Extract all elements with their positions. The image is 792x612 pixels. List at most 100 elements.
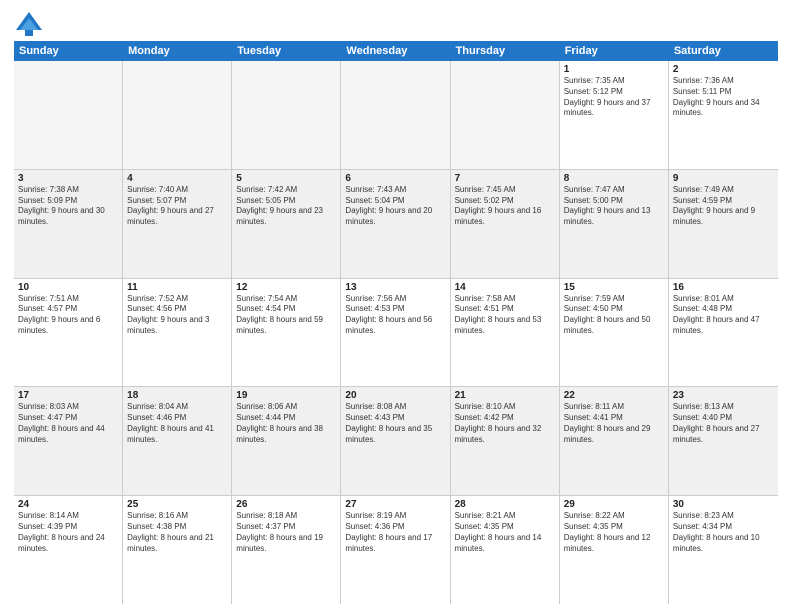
cell-info: Sunrise: 8:18 AMSunset: 4:37 PMDaylight:…	[236, 511, 336, 554]
day-number: 13	[345, 282, 445, 293]
calendar-cell: 19Sunrise: 8:06 AMSunset: 4:44 PMDayligh…	[232, 387, 341, 495]
day-number: 27	[345, 499, 445, 510]
calendar-cell: 26Sunrise: 8:18 AMSunset: 4:37 PMDayligh…	[232, 496, 341, 604]
cell-info: Sunrise: 8:03 AMSunset: 4:47 PMDaylight:…	[18, 402, 118, 445]
calendar-cell: 30Sunrise: 8:23 AMSunset: 4:34 PMDayligh…	[669, 496, 778, 604]
calendar-header-cell: Thursday	[451, 41, 560, 61]
calendar-cell: 20Sunrise: 8:08 AMSunset: 4:43 PMDayligh…	[341, 387, 450, 495]
calendar-cell: 15Sunrise: 7:59 AMSunset: 4:50 PMDayligh…	[560, 279, 669, 387]
calendar-cell	[341, 61, 450, 169]
cell-info: Sunrise: 7:56 AMSunset: 4:53 PMDaylight:…	[345, 294, 445, 337]
cell-info: Sunrise: 7:52 AMSunset: 4:56 PMDaylight:…	[127, 294, 227, 337]
day-number: 28	[455, 499, 555, 510]
calendar-header-cell: Sunday	[14, 41, 123, 61]
day-number: 4	[127, 173, 227, 184]
day-number: 7	[455, 173, 555, 184]
calendar-week-row: 1Sunrise: 7:35 AMSunset: 5:12 PMDaylight…	[14, 61, 778, 170]
cell-info: Sunrise: 7:51 AMSunset: 4:57 PMDaylight:…	[18, 294, 118, 337]
cell-info: Sunrise: 8:10 AMSunset: 4:42 PMDaylight:…	[455, 402, 555, 445]
calendar-cell	[14, 61, 123, 169]
calendar-week-row: 10Sunrise: 7:51 AMSunset: 4:57 PMDayligh…	[14, 279, 778, 388]
calendar-cell: 11Sunrise: 7:52 AMSunset: 4:56 PMDayligh…	[123, 279, 232, 387]
cell-info: Sunrise: 8:19 AMSunset: 4:36 PMDaylight:…	[345, 511, 445, 554]
logo-icon	[14, 10, 44, 38]
calendar-cell: 8Sunrise: 7:47 AMSunset: 5:00 PMDaylight…	[560, 170, 669, 278]
day-number: 21	[455, 390, 555, 401]
cell-info: Sunrise: 7:35 AMSunset: 5:12 PMDaylight:…	[564, 76, 664, 119]
calendar-cell: 5Sunrise: 7:42 AMSunset: 5:05 PMDaylight…	[232, 170, 341, 278]
calendar-week-row: 3Sunrise: 7:38 AMSunset: 5:09 PMDaylight…	[14, 170, 778, 279]
calendar-cell: 3Sunrise: 7:38 AMSunset: 5:09 PMDaylight…	[14, 170, 123, 278]
calendar-week-row: 17Sunrise: 8:03 AMSunset: 4:47 PMDayligh…	[14, 387, 778, 496]
day-number: 9	[673, 173, 774, 184]
day-number: 22	[564, 390, 664, 401]
calendar-header-cell: Saturday	[669, 41, 778, 61]
cell-info: Sunrise: 7:42 AMSunset: 5:05 PMDaylight:…	[236, 185, 336, 228]
logo	[14, 10, 48, 38]
day-number: 15	[564, 282, 664, 293]
cell-info: Sunrise: 7:58 AMSunset: 4:51 PMDaylight:…	[455, 294, 555, 337]
calendar-cell: 18Sunrise: 8:04 AMSunset: 4:46 PMDayligh…	[123, 387, 232, 495]
cell-info: Sunrise: 8:16 AMSunset: 4:38 PMDaylight:…	[127, 511, 227, 554]
day-number: 26	[236, 499, 336, 510]
calendar-cell: 28Sunrise: 8:21 AMSunset: 4:35 PMDayligh…	[451, 496, 560, 604]
day-number: 11	[127, 282, 227, 293]
calendar-cell: 22Sunrise: 8:11 AMSunset: 4:41 PMDayligh…	[560, 387, 669, 495]
calendar-week-row: 24Sunrise: 8:14 AMSunset: 4:39 PMDayligh…	[14, 496, 778, 604]
calendar-cell	[123, 61, 232, 169]
day-number: 25	[127, 499, 227, 510]
calendar-cell: 2Sunrise: 7:36 AMSunset: 5:11 PMDaylight…	[669, 61, 778, 169]
cell-info: Sunrise: 8:11 AMSunset: 4:41 PMDaylight:…	[564, 402, 664, 445]
calendar-cell: 7Sunrise: 7:45 AMSunset: 5:02 PMDaylight…	[451, 170, 560, 278]
calendar-cell	[232, 61, 341, 169]
day-number: 20	[345, 390, 445, 401]
calendar-cell: 14Sunrise: 7:58 AMSunset: 4:51 PMDayligh…	[451, 279, 560, 387]
page: SundayMondayTuesdayWednesdayThursdayFrid…	[0, 0, 792, 612]
day-number: 3	[18, 173, 118, 184]
cell-info: Sunrise: 8:14 AMSunset: 4:39 PMDaylight:…	[18, 511, 118, 554]
calendar-header-cell: Friday	[560, 41, 669, 61]
calendar-cell: 24Sunrise: 8:14 AMSunset: 4:39 PMDayligh…	[14, 496, 123, 604]
cell-info: Sunrise: 7:54 AMSunset: 4:54 PMDaylight:…	[236, 294, 336, 337]
cell-info: Sunrise: 7:36 AMSunset: 5:11 PMDaylight:…	[673, 76, 774, 119]
cell-info: Sunrise: 7:47 AMSunset: 5:00 PMDaylight:…	[564, 185, 664, 228]
calendar-cell: 12Sunrise: 7:54 AMSunset: 4:54 PMDayligh…	[232, 279, 341, 387]
day-number: 16	[673, 282, 774, 293]
day-number: 23	[673, 390, 774, 401]
calendar-cell: 1Sunrise: 7:35 AMSunset: 5:12 PMDaylight…	[560, 61, 669, 169]
calendar-cell: 13Sunrise: 7:56 AMSunset: 4:53 PMDayligh…	[341, 279, 450, 387]
day-number: 29	[564, 499, 664, 510]
cell-info: Sunrise: 8:08 AMSunset: 4:43 PMDaylight:…	[345, 402, 445, 445]
cell-info: Sunrise: 8:21 AMSunset: 4:35 PMDaylight:…	[455, 511, 555, 554]
cell-info: Sunrise: 7:43 AMSunset: 5:04 PMDaylight:…	[345, 185, 445, 228]
day-number: 1	[564, 64, 664, 75]
day-number: 24	[18, 499, 118, 510]
cell-info: Sunrise: 7:40 AMSunset: 5:07 PMDaylight:…	[127, 185, 227, 228]
day-number: 19	[236, 390, 336, 401]
calendar-header-cell: Tuesday	[232, 41, 341, 61]
calendar-cell: 17Sunrise: 8:03 AMSunset: 4:47 PMDayligh…	[14, 387, 123, 495]
cell-info: Sunrise: 8:04 AMSunset: 4:46 PMDaylight:…	[127, 402, 227, 445]
calendar-cell: 6Sunrise: 7:43 AMSunset: 5:04 PMDaylight…	[341, 170, 450, 278]
cell-info: Sunrise: 7:59 AMSunset: 4:50 PMDaylight:…	[564, 294, 664, 337]
day-number: 8	[564, 173, 664, 184]
calendar-cell: 27Sunrise: 8:19 AMSunset: 4:36 PMDayligh…	[341, 496, 450, 604]
cell-info: Sunrise: 8:13 AMSunset: 4:40 PMDaylight:…	[673, 402, 774, 445]
day-number: 5	[236, 173, 336, 184]
calendar-cell: 25Sunrise: 8:16 AMSunset: 4:38 PMDayligh…	[123, 496, 232, 604]
calendar-header-cell: Wednesday	[341, 41, 450, 61]
calendar: SundayMondayTuesdayWednesdayThursdayFrid…	[14, 41, 778, 604]
calendar-cell: 9Sunrise: 7:49 AMSunset: 4:59 PMDaylight…	[669, 170, 778, 278]
calendar-cell	[451, 61, 560, 169]
calendar-cell: 29Sunrise: 8:22 AMSunset: 4:35 PMDayligh…	[560, 496, 669, 604]
day-number: 14	[455, 282, 555, 293]
cell-info: Sunrise: 8:06 AMSunset: 4:44 PMDaylight:…	[236, 402, 336, 445]
cell-info: Sunrise: 8:01 AMSunset: 4:48 PMDaylight:…	[673, 294, 774, 337]
calendar-body: 1Sunrise: 7:35 AMSunset: 5:12 PMDaylight…	[14, 61, 778, 604]
day-number: 18	[127, 390, 227, 401]
cell-info: Sunrise: 8:22 AMSunset: 4:35 PMDaylight:…	[564, 511, 664, 554]
day-number: 17	[18, 390, 118, 401]
day-number: 2	[673, 64, 774, 75]
calendar-cell: 21Sunrise: 8:10 AMSunset: 4:42 PMDayligh…	[451, 387, 560, 495]
day-number: 10	[18, 282, 118, 293]
